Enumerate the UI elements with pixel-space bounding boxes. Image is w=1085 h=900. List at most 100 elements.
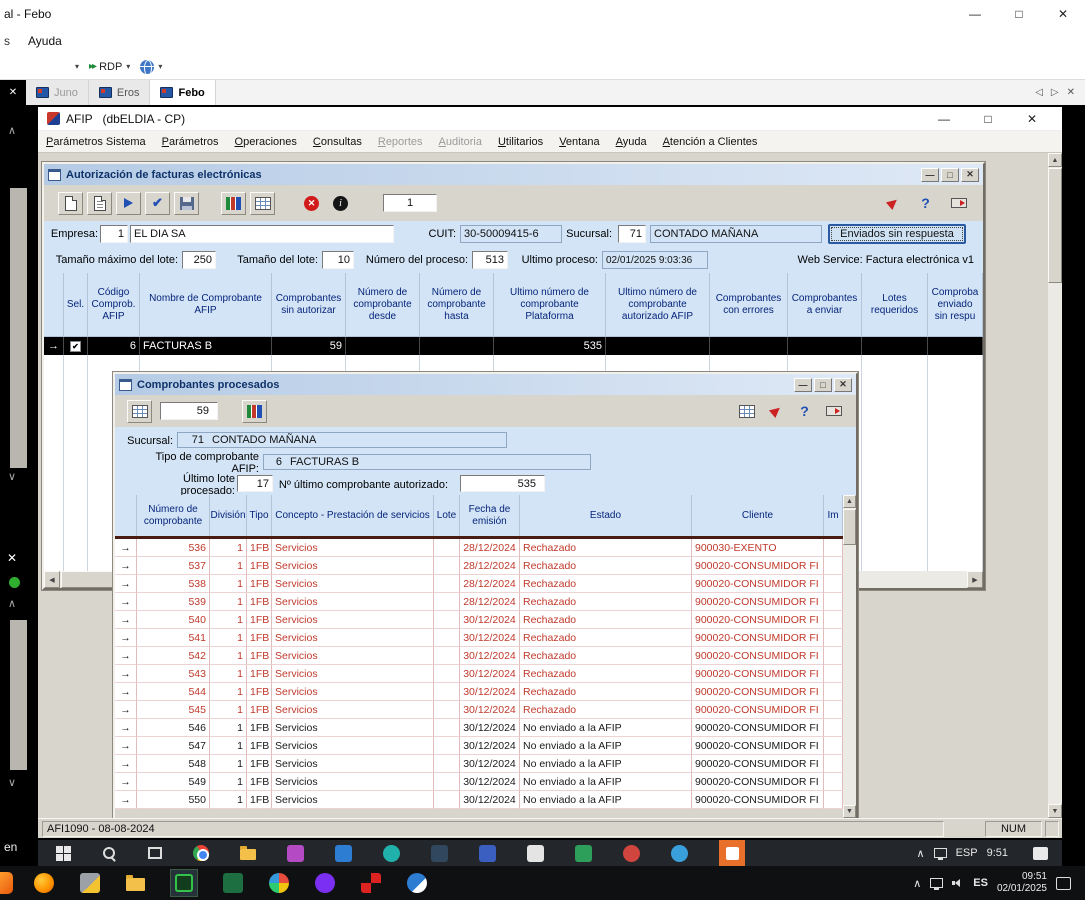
selected-row-cell[interactable] <box>346 337 420 355</box>
counter-field[interactable]: 1 <box>383 194 437 212</box>
proc-column-header[interactable]: Im <box>824 495 843 536</box>
table-cell[interactable]: 1FB <box>247 773 272 791</box>
table-cell[interactable]: 1FB <box>247 791 272 809</box>
table-cell[interactable]: 30/12/2024 <box>460 611 520 629</box>
table-cell[interactable] <box>824 773 843 791</box>
select-pointer-button[interactable] <box>880 192 905 215</box>
row-pointer-icon[interactable]: → <box>115 611 137 629</box>
sidebar-chevron-up-icon[interactable]: ∧ <box>8 124 16 137</box>
mdi-vertical-scrollbar[interactable]: ▲ ▼ <box>1048 153 1062 818</box>
auth-column-header[interactable]: Sel. <box>64 273 88 337</box>
close-session-icon[interactable]: ✕ <box>0 80 26 105</box>
table-cell[interactable] <box>824 665 843 683</box>
help-button[interactable]: ? <box>913 192 938 215</box>
row-pointer-icon[interactable]: → <box>115 701 137 719</box>
table-cell[interactable]: 900020-CONSUMIDOR FI <box>692 755 824 773</box>
table-cell[interactable] <box>434 683 460 701</box>
scroll-up-button[interactable]: ▲ <box>1048 153 1062 167</box>
hidden-icons-chevron[interactable]: ∧ <box>917 847 925 860</box>
table-cell[interactable]: 1FB <box>247 593 272 611</box>
volume-icon[interactable] <box>952 878 964 888</box>
row-pointer-icon[interactable]: → <box>115 539 137 557</box>
table-cell[interactable]: Rechazado <box>520 539 692 557</box>
exit-button[interactable] <box>821 400 846 423</box>
table-cell[interactable]: 545 <box>137 701 210 719</box>
proc-titlebar[interactable]: Comprobantes procesados — □ ✕ <box>115 374 856 395</box>
table-cell[interactable]: 1 <box>210 557 247 575</box>
table-cell[interactable]: No enviado a la AFIP <box>520 737 692 755</box>
table-cell[interactable]: 900020-CONSUMIDOR FI <box>692 719 824 737</box>
table-cell[interactable]: 30/12/2024 <box>460 647 520 665</box>
table-cell[interactable]: 1FB <box>247 683 272 701</box>
proc-column-header[interactable]: Estado <box>520 495 692 536</box>
info-button[interactable]: i <box>328 192 353 215</box>
table-cell[interactable]: 546 <box>137 719 210 737</box>
scroll-left-button[interactable]: ◀ <box>44 571 60 588</box>
table-row[interactable]: →54511FBServicios30/12/2024Rechazado9000… <box>115 701 843 719</box>
table-cell[interactable] <box>824 539 843 557</box>
row-pointer-icon[interactable]: → <box>115 647 137 665</box>
globe-menu-button[interactable]: ▾ <box>135 57 167 77</box>
proceso-field[interactable]: 513 <box>472 251 508 269</box>
table-cell[interactable]: 900020-CONSUMIDOR FI <box>692 773 824 791</box>
tab-eros[interactable]: Eros <box>89 80 151 105</box>
proc-column-header[interactable]: Número de comprobante <box>137 495 210 536</box>
table-cell[interactable]: 550 <box>137 791 210 809</box>
close-button[interactable]: ✕ <box>1041 0 1085 28</box>
table-cell[interactable]: 900020-CONSUMIDOR FI <box>692 611 824 629</box>
save-button[interactable] <box>174 192 199 215</box>
selected-row-cell[interactable]: → <box>44 337 64 355</box>
row-pointer-icon[interactable]: → <box>115 791 137 809</box>
table-cell[interactable]: 900020-CONSUMIDOR FI <box>692 791 824 809</box>
table-cell[interactable]: 30/12/2024 <box>460 755 520 773</box>
table-cell[interactable] <box>434 737 460 755</box>
selected-row-cell[interactable]: FACTURAS B <box>140 337 272 355</box>
table-cell[interactable]: Rechazado <box>520 611 692 629</box>
app-icon-gray[interactable] <box>527 845 544 862</box>
notification-center-icon[interactable] <box>1056 877 1071 890</box>
scroll-right-button[interactable]: ▶ <box>967 571 983 588</box>
table-cell[interactable] <box>824 593 843 611</box>
table-cell[interactable] <box>434 557 460 575</box>
proc-minimize-button[interactable]: — <box>794 378 812 392</box>
table-cell[interactable]: 28/12/2024 <box>460 593 520 611</box>
file-explorer-icon[interactable] <box>240 846 256 860</box>
infinity-app-icon[interactable] <box>315 873 335 893</box>
table-cell[interactable]: 28/12/2024 <box>460 557 520 575</box>
proc-column-header[interactable]: Concepto - Prestación de servicios <box>272 495 434 536</box>
table-cell[interactable]: 547 <box>137 737 210 755</box>
auth-column-header[interactable]: Comproba enviado sin respu <box>928 273 983 337</box>
grid-view-button[interactable] <box>734 400 759 423</box>
app-icon-purple[interactable] <box>287 845 304 862</box>
table-cell[interactable]: Rechazado <box>520 647 692 665</box>
selected-row-cell[interactable] <box>606 337 710 355</box>
auth-minimize-button[interactable]: — <box>921 168 939 182</box>
menu-item-par-metros-sistema[interactable]: Parámetros Sistema <box>38 136 154 148</box>
firefox-icon[interactable] <box>34 873 54 893</box>
table-cell[interactable] <box>434 773 460 791</box>
paint3d-icon[interactable] <box>407 873 427 893</box>
app-icon-teal[interactable] <box>383 845 400 862</box>
selected-row-cell[interactable]: 535 <box>494 337 606 355</box>
afip-restore-button[interactable]: □ <box>966 105 1010 133</box>
proc-restore-button[interactable]: □ <box>814 378 832 392</box>
menu-item-par-metros[interactable]: Parámetros <box>154 136 227 148</box>
table-cell[interactable]: Servicios <box>272 557 434 575</box>
table-cell[interactable]: 1FB <box>247 701 272 719</box>
checkered-app-icon[interactable] <box>361 873 381 893</box>
table-cell[interactable]: 900020-CONSUMIDOR FI <box>692 557 824 575</box>
tab-scroll-left-button[interactable]: ◁ <box>1035 87 1043 98</box>
scroll-up-button[interactable]: ▲ <box>843 495 856 508</box>
table-cell[interactable]: 900020-CONSUMIDOR FI <box>692 701 824 719</box>
table-cell[interactable]: Rechazado <box>520 593 692 611</box>
export-button[interactable] <box>127 400 152 423</box>
select-pointer-button[interactable] <box>763 400 788 423</box>
menu-item-ayuda[interactable]: Ayuda <box>14 34 76 48</box>
empresa-name-field[interactable]: EL DIA SA <box>130 225 394 243</box>
cancel-button[interactable]: ✕ <box>299 192 324 215</box>
proc-column-header[interactable]: Cliente <box>692 495 824 536</box>
table-cell[interactable]: Rechazado <box>520 629 692 647</box>
table-cell[interactable]: 30/12/2024 <box>460 719 520 737</box>
menu-item-consultas[interactable]: Consultas <box>305 136 370 148</box>
table-cell[interactable] <box>824 575 843 593</box>
